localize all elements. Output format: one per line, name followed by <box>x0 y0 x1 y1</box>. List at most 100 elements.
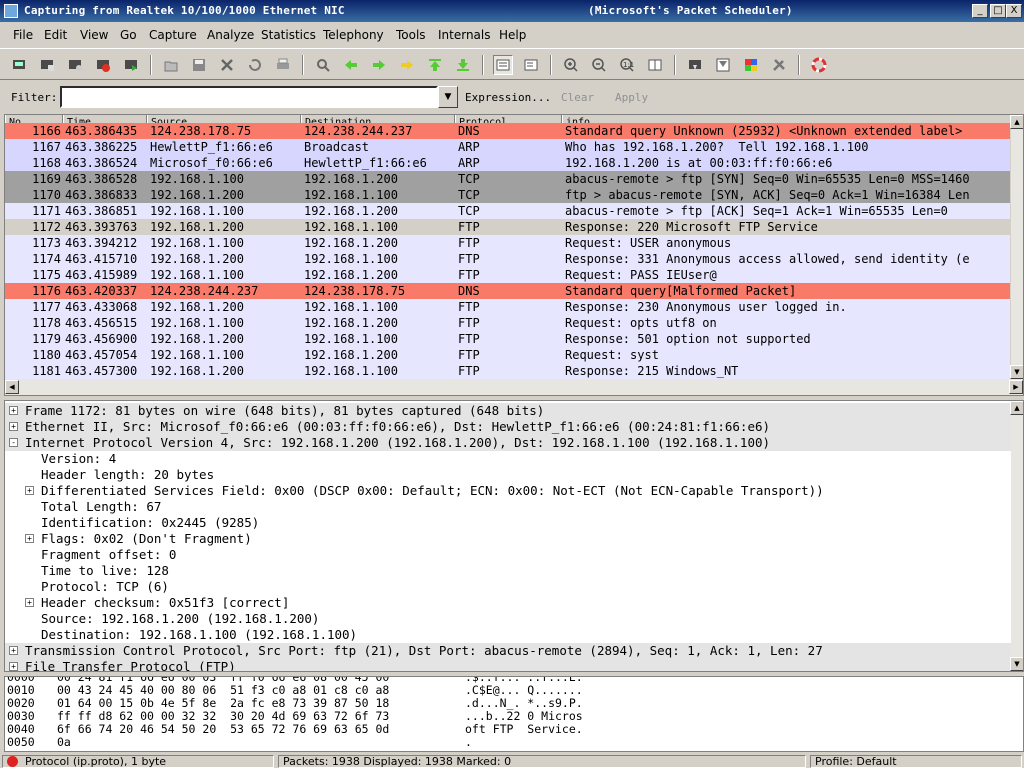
details-field-row[interactable]: Fragment offset: 0 <box>5 547 1011 563</box>
details-protocol-row[interactable]: + Transmission Control Protocol, Src Port… <box>5 643 1011 659</box>
details-field-row[interactable]: Protocol: TCP (6) <box>5 579 1011 595</box>
details-field-row[interactable]: Time to live: 128 <box>5 563 1011 579</box>
details-field-row[interactable]: Total Length: 67 <box>5 499 1011 515</box>
go-forward-icon[interactable] <box>369 55 389 75</box>
packet-row[interactable]: 1180 463.457054 192.168.1.100 192.168.1.200… <box>5 347 1013 363</box>
minimize-button[interactable]: _ <box>972 4 988 18</box>
normal-size-icon[interactable]: 1:1 <box>617 55 637 75</box>
expand-icon[interactable]: + <box>9 662 18 671</box>
menu-help[interactable]: Help <box>499 28 526 42</box>
status-profile[interactable]: Profile: Default <box>810 755 1022 768</box>
packet-row[interactable]: 1172 463.393763 192.168.1.200 192.168.1.100… <box>5 219 1013 235</box>
packet-row[interactable]: 1167 463.386225 HewlettP_f1:66:e6 Broadcast… <box>5 139 1013 155</box>
menu-analyze[interactable]: Analyze <box>207 28 254 42</box>
close-file-icon[interactable] <box>217 55 237 75</box>
packet-row[interactable]: 1179 463.456900 192.168.1.200 192.168.1.100… <box>5 331 1013 347</box>
menu-view[interactable]: View <box>80 28 108 42</box>
filter-input[interactable] <box>60 86 438 108</box>
preferences-icon[interactable] <box>769 55 789 75</box>
packet-row[interactable]: 1181 463.457300 192.168.1.200 192.168.1.100… <box>5 363 1013 379</box>
details-protocol-row[interactable]: + Ethernet II, Src: Microsof_f0:66:e6 (00… <box>5 419 1011 435</box>
menu-telephony[interactable]: Telephony <box>323 28 384 42</box>
expand-icon[interactable]: + <box>25 534 34 543</box>
packet-row[interactable]: 1176 463.420337 124.238.244.237 124.238.178… <box>5 283 1013 299</box>
find-icon[interactable] <box>313 55 333 75</box>
packet-bytes-pane[interactable]: 0000 00 24 81 f1 66 e6 00 03 ff f0 66 e6 … <box>4 676 1024 752</box>
details-field-row[interactable]: + Differentiated Services Field: 0x00 (DS… <box>5 483 1011 499</box>
title-bar[interactable]: Capturing from Realtek 10/100/1000 Ether… <box>0 0 1024 22</box>
restart-capture-icon[interactable] <box>121 55 141 75</box>
packet-row[interactable]: 1178 463.456515 192.168.1.100 192.168.1.200… <box>5 315 1013 331</box>
menu-file[interactable]: File <box>13 28 33 42</box>
scroll-right-arrow-icon[interactable]: ▶ <box>1009 380 1023 394</box>
details-protocol-row[interactable]: + File Transfer Protocol (FTP) <box>5 659 1011 671</box>
details-field-row[interactable]: Identification: 0x2445 (9285) <box>5 515 1011 531</box>
reload-icon[interactable] <box>245 55 265 75</box>
capture-options-icon[interactable] <box>37 55 57 75</box>
menu-tools[interactable]: Tools <box>396 28 426 42</box>
start-capture-icon[interactable] <box>65 55 85 75</box>
scroll-down-arrow-icon[interactable]: ▼ <box>1010 365 1023 379</box>
packet-row[interactable]: 1166 463.386435 124.238.178.75 124.238.244.… <box>5 123 1013 139</box>
capture-filters-icon[interactable] <box>685 55 705 75</box>
expert-info-icon[interactable] <box>7 756 18 767</box>
expand-icon[interactable]: + <box>25 486 34 495</box>
save-icon[interactable] <box>189 55 209 75</box>
clear-button[interactable]: Clear <box>561 91 594 104</box>
details-vertical-scrollbar[interactable]: ▲ ▼ <box>1010 401 1023 671</box>
expand-icon[interactable]: + <box>9 406 18 415</box>
details-field-row[interactable]: + Header checksum: 0x51f3 [correct] <box>5 595 1011 611</box>
collapse-icon[interactable]: - <box>9 438 18 447</box>
expand-icon[interactable]: + <box>25 598 34 607</box>
menu-go[interactable]: Go <box>120 28 137 42</box>
filter-dropdown-button[interactable]: ▼ <box>438 86 458 108</box>
packet-row[interactable]: 1171 463.386851 192.168.1.100 192.168.1.200… <box>5 203 1013 219</box>
menu-capture[interactable]: Capture <box>149 28 197 42</box>
go-to-packet-icon[interactable] <box>397 55 417 75</box>
packet-row[interactable]: 1175 463.415989 192.168.1.100 192.168.1.200… <box>5 267 1013 283</box>
autoscroll-icon[interactable] <box>521 55 541 75</box>
go-back-icon[interactable] <box>341 55 361 75</box>
packet-row[interactable]: 1170 463.386833 192.168.1.200 192.168.1.100… <box>5 187 1013 203</box>
print-icon[interactable] <box>273 55 293 75</box>
interfaces-icon[interactable] <box>9 55 29 75</box>
help-icon[interactable] <box>809 55 829 75</box>
packet-row[interactable]: 1169 463.386528 192.168.1.100 192.168.1.200… <box>5 171 1013 187</box>
open-icon[interactable] <box>161 55 181 75</box>
packet-list-vertical-scrollbar[interactable]: ▲ ▼ <box>1010 115 1023 379</box>
details-field-row[interactable]: Version: 4 <box>5 451 1011 467</box>
zoom-in-icon[interactable] <box>561 55 581 75</box>
details-field-row[interactable]: Source: 192.168.1.200 (192.168.1.200) <box>5 611 1011 627</box>
zoom-out-icon[interactable] <box>589 55 609 75</box>
packet-row[interactable]: 1174 463.415710 192.168.1.200 192.168.1.100… <box>5 251 1013 267</box>
scroll-down-arrow-icon[interactable]: ▼ <box>1010 657 1023 671</box>
resize-columns-icon[interactable] <box>645 55 665 75</box>
details-field-row[interactable]: + Flags: 0x02 (Don't Fragment) <box>5 531 1011 547</box>
details-protocol-row[interactable]: - Internet Protocol Version 4, Src: 192.1… <box>5 435 1011 451</box>
expression-button[interactable]: Expression... <box>465 91 551 104</box>
go-first-icon[interactable] <box>425 55 445 75</box>
packet-row[interactable]: 1173 463.394212 192.168.1.100 192.168.1.200… <box>5 235 1013 251</box>
details-field-row[interactable]: Destination: 192.168.1.100 (192.168.1.10… <box>5 627 1011 643</box>
menu-statistics[interactable]: Statistics <box>261 28 316 42</box>
scroll-up-arrow-icon[interactable]: ▲ <box>1010 115 1023 129</box>
details-protocol-row[interactable]: + Frame 1172: 81 bytes on wire (648 bits)… <box>5 403 1011 419</box>
scroll-left-arrow-icon[interactable]: ◀ <box>5 380 19 394</box>
packet-list[interactable]: No. Time Source Destination Protocol inf… <box>4 114 1024 396</box>
coloring-rules-icon[interactable] <box>741 55 761 75</box>
menu-edit[interactable]: Edit <box>44 28 67 42</box>
packet-list-horizontal-scrollbar[interactable]: ◀ ▶ <box>5 379 1023 395</box>
packet-row[interactable]: 1168 463.386524 Microsof_f0:66:e6 HewlettP_… <box>5 155 1013 171</box>
colorize-icon[interactable] <box>493 55 513 75</box>
expand-icon[interactable]: + <box>9 422 18 431</box>
maximize-button[interactable]: □ <box>990 4 1006 18</box>
apply-button[interactable]: Apply <box>615 91 648 104</box>
close-button[interactable]: X <box>1006 4 1022 18</box>
packet-row[interactable]: 1177 463.433068 192.168.1.200 192.168.1.100… <box>5 299 1013 315</box>
display-filters-icon[interactable] <box>713 55 733 75</box>
expand-icon[interactable]: + <box>9 646 18 655</box>
stop-capture-icon[interactable] <box>93 55 113 75</box>
menu-internals[interactable]: Internals <box>438 28 491 42</box>
go-last-icon[interactable] <box>453 55 473 75</box>
scroll-up-arrow-icon[interactable]: ▲ <box>1010 401 1023 415</box>
